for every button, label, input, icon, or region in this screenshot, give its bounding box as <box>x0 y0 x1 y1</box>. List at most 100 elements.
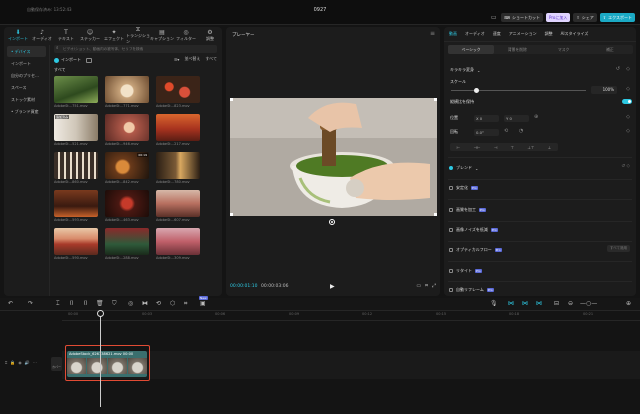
align-left-icon[interactable]: ⊢ <box>457 145 460 150</box>
redo-icon[interactable]: ↷ <box>28 300 33 307</box>
tab-sticker[interactable]: ☺ ステッカー <box>78 27 102 43</box>
mute-icon[interactable]: 🔊 <box>25 360 30 365</box>
split-left-icon[interactable]: ⌷ <box>70 300 74 308</box>
playhead[interactable] <box>100 311 101 407</box>
media-item[interactable]: 追加済み AdobeSt…521.mov <box>54 114 98 148</box>
align-center-icon[interactable]: ⊣⊢ <box>474 145 481 150</box>
menu-icon[interactable]: ≡ <box>430 30 435 37</box>
split-icon[interactable]: ⌶ <box>56 300 60 308</box>
shield-icon[interactable]: ⛉ <box>112 300 117 308</box>
media-item[interactable]: AdobeSt…593.mov <box>54 190 98 224</box>
rotate-knob-icon[interactable]: ◔ <box>519 128 523 134</box>
fullscreen-icon[interactable]: ⤢ <box>432 283 436 289</box>
media-item[interactable]: AdobeSt…771.mov <box>105 76 149 110</box>
link-icon[interactable]: ⊕ <box>534 114 538 120</box>
tab-speed[interactable]: 速度 <box>493 31 501 37</box>
blend-row[interactable]: ブレンド ⌄ <box>449 165 478 171</box>
video-preview[interactable] <box>230 98 437 216</box>
align-right-icon[interactable]: ⊣ <box>494 145 497 150</box>
timeline-ruler[interactable]: 00:00 00:03 00:06 00:09 00:12 00:15 00:1… <box>62 311 640 321</box>
sidebar-item-stock[interactable]: ストック素材 <box>7 94 46 105</box>
resize-handle[interactable] <box>230 213 233 216</box>
media-item[interactable]: AdobeSt…288.mov <box>105 228 149 262</box>
search-input[interactable]: ⌕ ビデオ/ショット、動画内の被写体、セリフを検索 <box>54 45 217 53</box>
scale-slider[interactable] <box>451 90 586 91</box>
link-clip-icon[interactable]: ⋈ <box>522 300 528 307</box>
blend-checkbox[interactable] <box>449 166 453 170</box>
tab-caption[interactable]: ▤ キャプション <box>150 27 174 43</box>
sidebar-item-import[interactable]: インポート <box>7 58 46 69</box>
keyframe-icon[interactable]: ↺ ◇ <box>621 164 630 169</box>
tab-adjust-prop[interactable]: 調整 <box>545 31 553 37</box>
tab-import[interactable]: ⬇ インポート <box>6 27 30 43</box>
rotate-field[interactable]: 0.0° <box>474 129 499 136</box>
scale-slider-knob[interactable] <box>474 88 479 93</box>
align-top-icon[interactable]: ⊤ <box>511 145 514 150</box>
subtab-basic[interactable]: ベーシック <box>448 45 495 54</box>
loop-icon[interactable]: ◎ <box>128 300 133 307</box>
media-item[interactable]: AdobeSt…946.mov <box>105 114 149 148</box>
crop-icon-tb[interactable]: ⌗ <box>184 300 187 308</box>
align-bottom-icon[interactable]: ⊥ <box>548 145 551 150</box>
align-middle-icon[interactable]: ⊥⊤ <box>527 145 534 150</box>
optical-flow-row[interactable]: オプティカルフロー Pro <box>449 247 502 253</box>
keyframe-icon[interactable]: ◇ <box>626 114 630 120</box>
shape-icon[interactable]: ⬡ <box>170 300 175 307</box>
retouch-checkbox[interactable] <box>449 269 453 273</box>
position-y-field[interactable]: Y 0 <box>504 115 529 122</box>
tab-animation[interactable]: アニメーション <box>509 31 537 37</box>
tab-filter[interactable]: ◎ フィルター <box>174 27 198 43</box>
subtab-mask[interactable]: マスク <box>541 45 587 54</box>
resize-handle[interactable] <box>230 98 233 101</box>
zoom-out-icon[interactable]: ⊖ <box>568 300 573 307</box>
keep-ratio-toggle[interactable] <box>622 99 632 104</box>
tab-text[interactable]: T テキスト <box>54 27 78 43</box>
more-icon[interactable]: ⋯ <box>33 360 37 365</box>
chevron-down-icon[interactable]: ⌄ <box>475 166 478 171</box>
keyframe-icon[interactable]: ◇ <box>626 66 630 72</box>
all-filter-button[interactable]: すべて <box>205 56 217 62</box>
view-toggle-icon[interactable]: ☰▾ <box>174 57 180 62</box>
sidebar-item-space[interactable]: スペース <box>7 82 46 93</box>
tab-effect[interactable]: ✦ エフェクト <box>102 27 126 43</box>
sidebar-item-presets[interactable]: 自分のプリセ… <box>7 70 46 81</box>
media-item[interactable]: AdobeSt…860.mov <box>54 152 98 186</box>
sidebar-item-brand[interactable]: • ブランド資産 <box>7 106 46 117</box>
track-toggle-icon[interactable]: ⌗ <box>5 360 7 365</box>
layout-icon[interactable]: ▭ <box>489 13 498 22</box>
subtab-remove-bg[interactable]: 背景を削除 <box>494 45 540 54</box>
auto-frame-row[interactable]: 自動リフレーム Pro <box>449 287 494 293</box>
keyframe-icon[interactable]: ◇ <box>626 86 630 92</box>
auto-frame-checkbox[interactable] <box>449 288 453 292</box>
media-item[interactable]: AdobeSt…309.mov <box>156 228 200 262</box>
retouch-row[interactable]: リタイト Pro <box>449 268 482 274</box>
enhance-row[interactable]: 画質を加工 Pro <box>449 207 486 213</box>
chevron-down-icon[interactable]: ⌄ <box>477 68 480 73</box>
denoise-row[interactable]: 画像ノイズを低減 Pro <box>449 227 498 233</box>
media-item[interactable]: AdobeSt…823.mov <box>156 76 200 110</box>
lock-icon[interactable]: 🔒 <box>10 360 15 365</box>
media-item[interactable]: AdobeSt…751.mov <box>54 76 98 110</box>
stabilize-row[interactable]: 安定化 Pro <box>449 185 478 191</box>
rotate-icon[interactable]: ⟲ <box>504 128 508 134</box>
shortcut-button[interactable]: ⌨ ショートカット <box>501 13 544 22</box>
tab-audio-prop[interactable]: オーディオ <box>465 31 485 37</box>
position-x-field[interactable]: X 0 <box>474 115 499 122</box>
ratio-icon[interactable]: ▭ <box>416 283 421 289</box>
zoom-slider[interactable]: —○— <box>580 300 597 307</box>
eye-icon[interactable]: ◉ <box>18 360 22 365</box>
delete-icon[interactable]: 🗑 <box>96 300 104 307</box>
export-button[interactable]: ⇧ エクスポート <box>599 13 635 22</box>
optical-flow-checkbox[interactable] <box>449 248 453 252</box>
mirror-icon[interactable]: ⧓ <box>142 300 148 307</box>
cover-button[interactable]: カバー <box>51 357 62 371</box>
split-view-icon[interactable]: ⊟ <box>554 300 559 307</box>
reset-icon[interactable]: ↺ <box>616 66 620 72</box>
tab-transition[interactable]: ⧖ トランジション <box>126 26 150 44</box>
grid-view-icon[interactable] <box>86 57 92 63</box>
image-icon[interactable]: ▣ <box>200 300 206 307</box>
media-item[interactable]: AdobeSt…780.mov <box>156 152 200 186</box>
denoise-checkbox[interactable] <box>449 228 453 232</box>
pro-button[interactable]: Proに加入 <box>546 13 571 22</box>
stabilize-checkbox[interactable] <box>449 186 453 190</box>
